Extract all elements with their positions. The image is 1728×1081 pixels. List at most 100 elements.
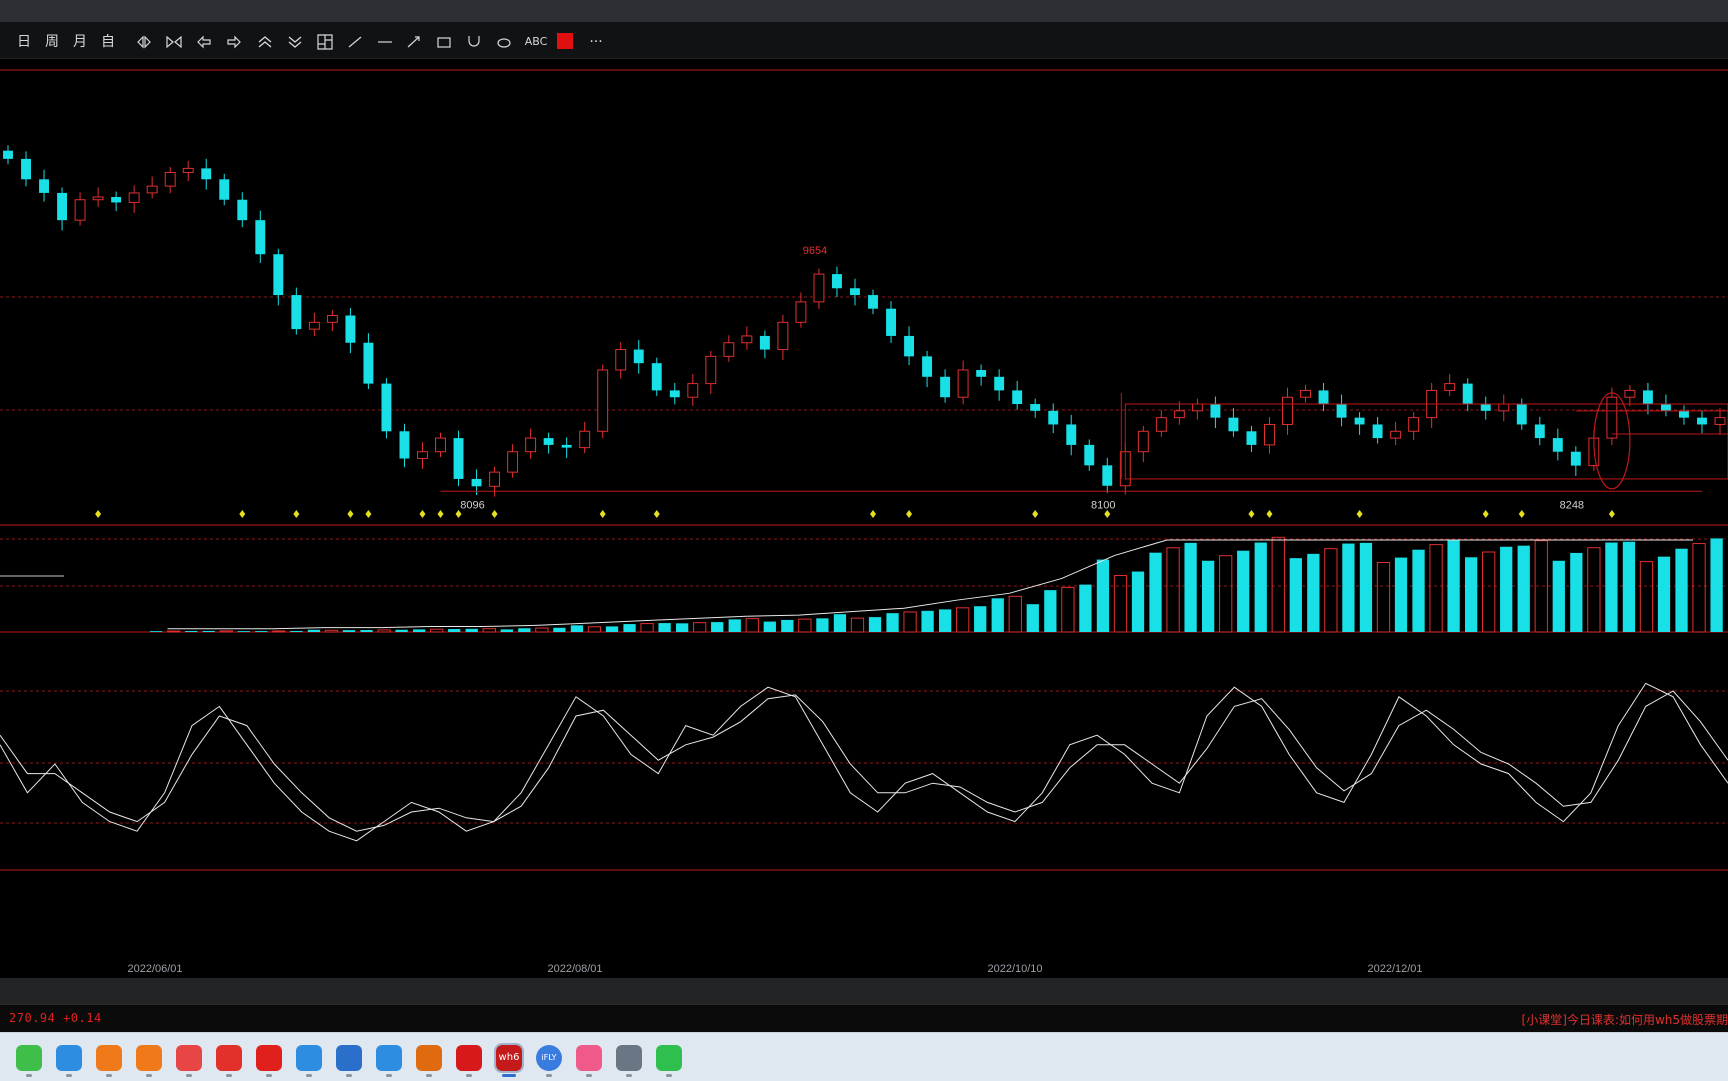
running-indicator: [306, 1074, 312, 1077]
stock-red-icon[interactable]: [256, 1045, 282, 1071]
period-custom-button[interactable]: 自: [98, 32, 118, 52]
candle-up: [92, 196, 104, 201]
candle-down: [471, 478, 482, 487]
color-swatch-button[interactable]: [557, 33, 573, 49]
listen-icon[interactable]: [216, 1045, 242, 1071]
rect-tool-icon[interactable]: [435, 33, 453, 51]
volume-bar-up: [798, 618, 812, 633]
futures-kline-chart[interactable]: 9654 8096 8100 8248 2022/06/01 2022/08/01 2022…: [0, 58, 1728, 978]
running-indicator: [666, 1074, 672, 1077]
candle-down: [399, 431, 410, 459]
candle-down: [363, 342, 374, 384]
period-day-button[interactable]: 日: [14, 32, 34, 52]
volume-bar-up: [1587, 547, 1601, 633]
notepad-icon[interactable]: [336, 1045, 362, 1071]
volume-bar-down: [1622, 541, 1636, 632]
candle-up: [1191, 403, 1203, 412]
candle-down: [3, 150, 13, 159]
oscillator-line-1: [0, 682, 1728, 842]
volume-bar-down: [1570, 552, 1583, 632]
camera-pink-icon[interactable]: [576, 1045, 602, 1071]
browser-green-icon[interactable]: [16, 1045, 42, 1071]
edge2-icon[interactable]: [376, 1045, 402, 1071]
chart-footer-band: [0, 978, 1728, 1004]
expand-icon[interactable]: [165, 33, 183, 51]
volume-bar-up: [272, 630, 286, 633]
double-up-icon[interactable]: [256, 33, 274, 51]
candle-down: [1480, 404, 1491, 411]
settings-icon[interactable]: [616, 1045, 642, 1071]
candle-down: [1102, 465, 1113, 486]
chart-blue-icon[interactable]: [296, 1045, 322, 1071]
candle-up: [1173, 410, 1185, 419]
volume-bar-down: [1254, 542, 1267, 632]
signal-diamond: [437, 510, 444, 518]
candle-up: [164, 171, 176, 187]
edge-icon[interactable]: [56, 1045, 82, 1071]
candle-down: [1210, 404, 1221, 418]
period-month-button[interactable]: 月: [70, 32, 90, 52]
volume-bar-down: [1237, 550, 1250, 632]
volume-bar-down: [1500, 546, 1513, 632]
volume-bar-down: [1149, 552, 1162, 632]
volume-bar-down: [1657, 556, 1671, 632]
volume-bar-down: [448, 629, 461, 632]
volume-bar-up: [956, 607, 970, 633]
volume-bar-up: [693, 622, 707, 633]
window-top-strip: [0, 0, 1728, 22]
wps-icon[interactable]: [456, 1045, 482, 1071]
volume-bar-up: [1324, 548, 1338, 633]
wh6-icon[interactable]: wh6: [494, 1043, 524, 1073]
arrow-left-icon[interactable]: [195, 33, 213, 51]
ray-tool-icon[interactable]: [405, 33, 423, 51]
running-indicator: [386, 1074, 392, 1077]
signal-diamond: [365, 510, 372, 518]
volume-bar-down: [816, 618, 829, 632]
cards-icon[interactable]: [176, 1045, 202, 1071]
candle-down: [1462, 383, 1473, 405]
candle-down: [886, 308, 896, 336]
app-orange-icon[interactable]: [96, 1045, 122, 1071]
candle-up: [1282, 396, 1293, 425]
candle-up: [777, 321, 789, 351]
period-week-button[interactable]: 周: [42, 32, 62, 52]
ellipse-tool-icon[interactable]: [495, 33, 513, 51]
volume-bar-down: [711, 622, 724, 632]
volume-bar-down: [623, 624, 636, 632]
volume-bar-down: [360, 630, 373, 632]
volume-bar-up: [1061, 586, 1075, 633]
running-indicator: [502, 1074, 516, 1077]
candle-up: [1264, 423, 1275, 446]
compress-icon[interactable]: [135, 33, 153, 51]
volume-bar-down: [1307, 553, 1320, 632]
layout-icon[interactable]: [316, 33, 334, 51]
double-down-icon[interactable]: [286, 33, 304, 51]
app-orange2-icon[interactable]: [136, 1045, 162, 1071]
os-taskbar: wh6 iFLY: [0, 1032, 1728, 1081]
candle-down: [237, 199, 248, 221]
volume-bar-up: [1166, 547, 1180, 633]
candle-down: [976, 369, 987, 377]
candle-down: [904, 335, 915, 357]
line-tool-icon[interactable]: [346, 33, 364, 51]
wechat-icon[interactable]: [656, 1045, 682, 1071]
arc-tool-icon[interactable]: [465, 33, 483, 51]
news-ticker[interactable]: [小课堂]今日课表:如何用wh5做股票期: [1522, 1011, 1728, 1028]
hline-tool-icon[interactable]: [376, 33, 394, 51]
volume-bar-down: [676, 623, 689, 632]
text-tool-button[interactable]: ABC: [522, 32, 550, 52]
volume-bar-down: [255, 631, 268, 632]
candle-up: [597, 369, 609, 432]
tiger-icon[interactable]: [416, 1045, 442, 1071]
signal-diamond: [95, 510, 102, 518]
candle-down: [543, 438, 554, 445]
signal-diamond: [347, 510, 354, 518]
candle-down: [832, 274, 842, 289]
candle-down: [273, 254, 284, 296]
candle-down: [561, 444, 572, 448]
candle-up: [1444, 383, 1456, 391]
ifly-icon[interactable]: iFLY: [536, 1045, 562, 1071]
arrow-right-icon[interactable]: [225, 33, 243, 51]
volume-bar-down: [781, 619, 794, 632]
more-tools-button[interactable]: ···: [584, 32, 608, 52]
